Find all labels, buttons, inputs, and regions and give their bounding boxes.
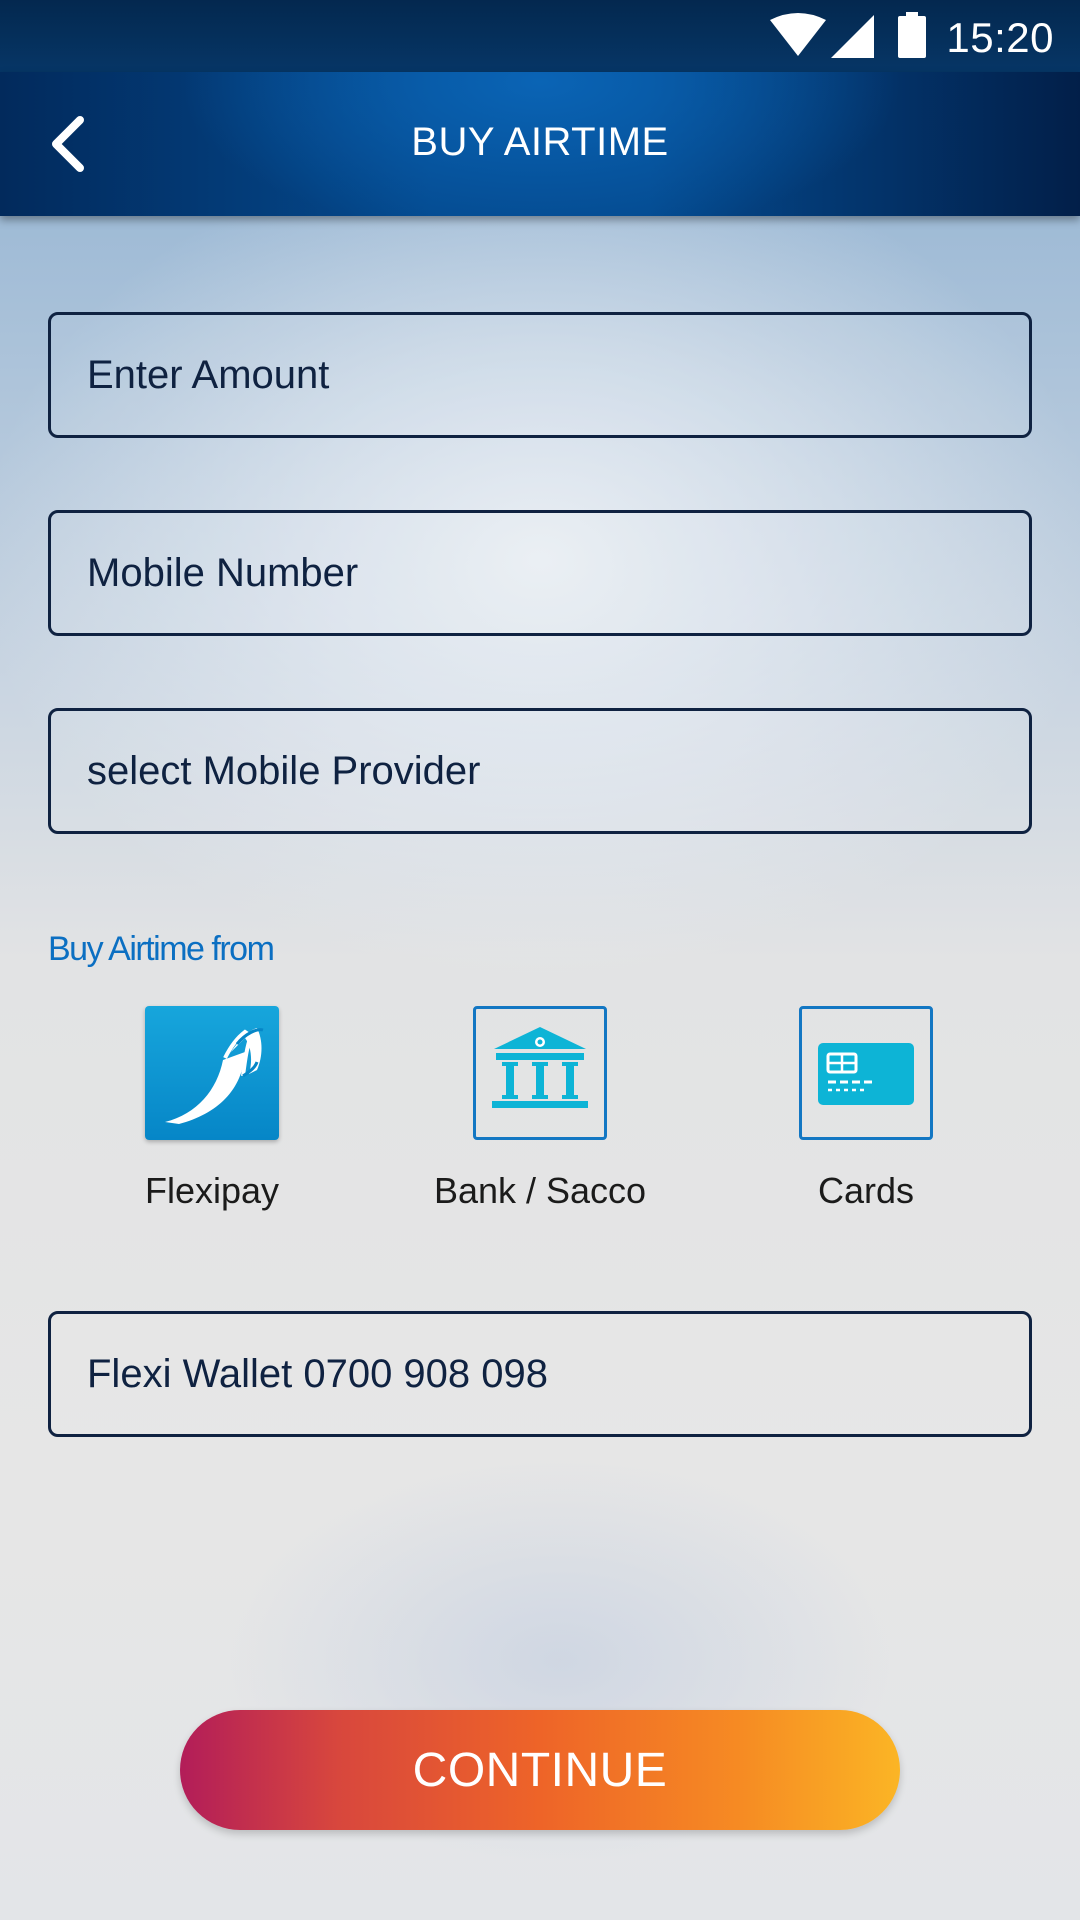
- app-bar: BUY AIRTIME: [0, 72, 1080, 216]
- wifi-icon: [770, 13, 826, 56]
- battery-icon: [898, 12, 926, 58]
- source-label-flexipay: Flexipay: [144, 1170, 280, 1211]
- status-time: 15:20: [946, 14, 1054, 61]
- mobile-number-input[interactable]: Mobile Number: [48, 510, 1032, 636]
- amount-input[interactable]: Enter Amount: [48, 312, 1032, 438]
- page-title: BUY AIRTIME: [411, 120, 669, 164]
- flexipay-icon: [145, 1006, 279, 1140]
- signal-icon: [831, 15, 874, 58]
- source-option-cards[interactable]: Cards: [716, 1006, 1016, 1226]
- source-option-bank-sacco[interactable]: Bank / Sacco: [390, 1006, 690, 1226]
- wallet-select[interactable]: Flexi Wallet 0700 908 098: [48, 1311, 1032, 1437]
- status-icons: [770, 13, 874, 58]
- status-bar: 15:20: [0, 0, 1080, 72]
- source-label-cards: Cards: [817, 1170, 915, 1211]
- mobile-provider-select[interactable]: select Mobile Provider: [48, 708, 1032, 834]
- source-label-bank-sacco: Bank / Sacco: [433, 1170, 647, 1211]
- source-option-flexipay[interactable]: Flexipay: [62, 1006, 362, 1226]
- continue-button[interactable]: CONTINUE: [180, 1710, 900, 1830]
- bank-icon: [473, 1006, 607, 1140]
- buy-airtime-from-label: Buy Airtime from: [48, 930, 275, 968]
- card-icon: [799, 1006, 933, 1140]
